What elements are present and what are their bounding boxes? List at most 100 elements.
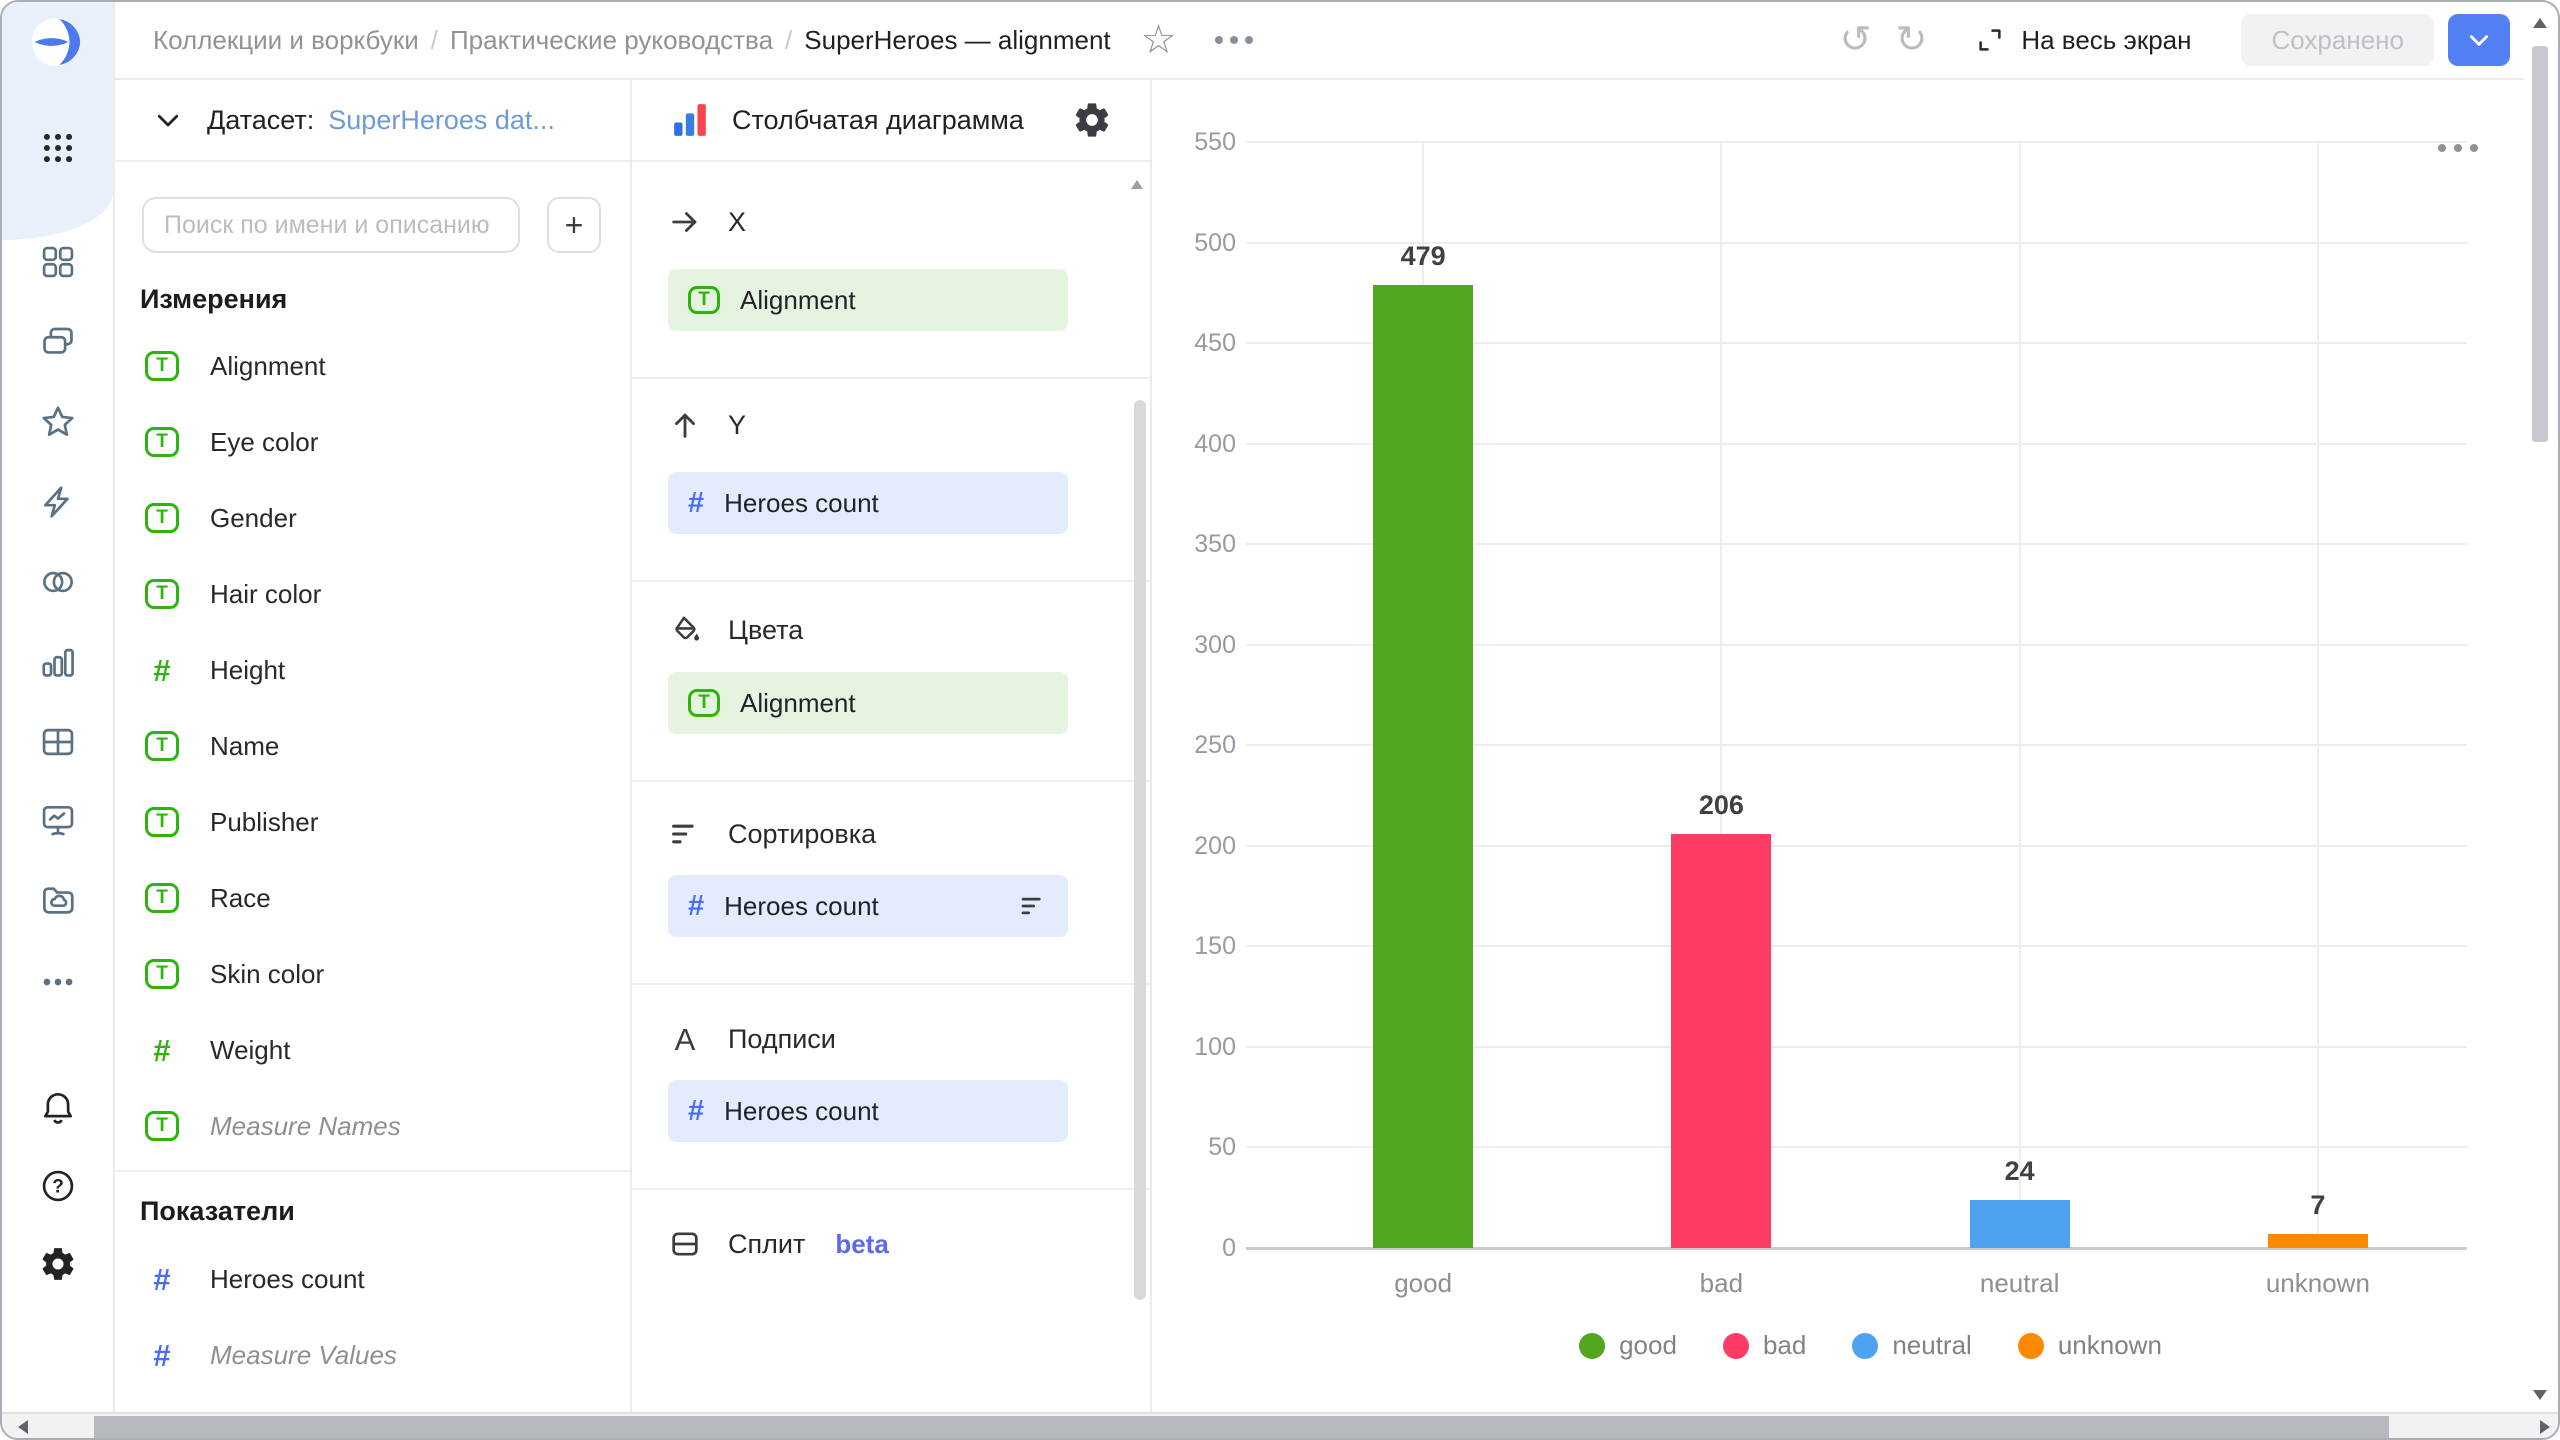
legend-label: bad — [1763, 1330, 1806, 1361]
storage-folder-cloud-icon[interactable] — [39, 881, 77, 919]
y-axis-tick-label: 100 — [1152, 1031, 1236, 1063]
field-row-alignment[interactable]: TAlignment — [142, 344, 401, 388]
bar-value-label: 24 — [1940, 1154, 2100, 1188]
save-dropdown-button[interactable] — [2448, 14, 2510, 66]
config-scrollbar-thumb[interactable] — [1134, 400, 1146, 1300]
field-row-measure-values[interactable]: #Measure Values — [142, 1333, 397, 1377]
datalens-logo-icon[interactable] — [29, 15, 83, 69]
y-axis-tick-label: 550 — [1152, 126, 1236, 158]
scroll-right-arrow[interactable] — [2540, 1420, 2550, 1434]
breadcrumb-guides[interactable]: Практические руководства — [450, 25, 773, 56]
y-field-chip[interactable]: # Heroes count — [668, 472, 1068, 534]
bar-bad[interactable] — [1671, 834, 1771, 1248]
dashboards-monitor-icon[interactable] — [39, 801, 77, 839]
scroll-up-arrow[interactable] — [2533, 18, 2547, 28]
vertical-scrollbar-thumb[interactable] — [2532, 46, 2548, 442]
connections-circles-icon[interactable] — [39, 563, 77, 601]
column-chart-type-icon[interactable] — [670, 100, 710, 140]
field-row-race[interactable]: TRace — [142, 876, 401, 920]
legend-marker-icon — [2018, 1333, 2044, 1359]
chart-legend: good bad neutral unknown — [1274, 1330, 2467, 1361]
help-question-icon[interactable]: ? — [39, 1167, 77, 1205]
dimensions-list: TAlignment TEye color TGender THair colo… — [142, 344, 401, 1148]
section-labels: А Подписи — [668, 1017, 836, 1061]
scroll-left-arrow[interactable] — [18, 1420, 28, 1434]
measures-list: #Heroes count #Measure Values — [142, 1257, 397, 1377]
type-string-icon: T — [688, 286, 720, 314]
chart-canvas: 050100150200250300350400450500550479good… — [1152, 80, 2528, 1416]
bar-unknown[interactable] — [2268, 1234, 2368, 1248]
section-split: Сплит beta — [668, 1222, 889, 1266]
notifications-bell-icon[interactable] — [39, 1087, 77, 1125]
field-row-height[interactable]: #Height — [142, 648, 401, 692]
x-axis-category-label: bad — [1621, 1266, 1821, 1300]
services-grid-icon[interactable] — [39, 243, 77, 281]
fullscreen-button[interactable]: На весь экран — [1975, 25, 2191, 56]
collections-icon[interactable] — [39, 323, 77, 361]
more-items-ellipsis-icon[interactable] — [39, 963, 77, 1001]
field-search-input[interactable] — [142, 197, 520, 253]
type-number-icon: # — [142, 1264, 182, 1295]
fullscreen-icon — [1975, 25, 2005, 55]
field-row-gender[interactable]: TGender — [142, 496, 401, 540]
type-string-icon: T — [142, 503, 182, 533]
sort-field-chip[interactable]: # Heroes count — [668, 875, 1068, 937]
redo-icon[interactable]: ↻ — [1896, 21, 1928, 59]
scroll-down-arrow[interactable] — [2533, 1390, 2547, 1400]
favorites-star-icon[interactable] — [39, 403, 77, 441]
type-string-icon: T — [142, 1111, 182, 1141]
undo-icon[interactable]: ↺ — [1840, 21, 1872, 59]
letter-a-icon: А — [668, 1022, 702, 1056]
saved-button[interactable]: Сохранено — [2241, 14, 2434, 66]
y-axis-tick-label: 400 — [1152, 428, 1236, 460]
y-axis-tick-label: 150 — [1152, 930, 1236, 962]
horizontal-scrollbar[interactable] — [2, 1412, 2560, 1438]
section-divider — [632, 377, 1150, 379]
settings-gear-icon[interactable] — [39, 1245, 77, 1283]
x-axis-category-label: neutral — [1920, 1266, 2120, 1300]
field-row-publisher[interactable]: TPublisher — [142, 800, 401, 844]
field-row-weight[interactable]: #Weight — [142, 1028, 401, 1072]
add-field-button[interactable]: + — [547, 197, 601, 253]
horizontal-scrollbar-thumb[interactable] — [94, 1416, 2389, 1438]
more-actions-button[interactable] — [1215, 36, 1253, 44]
charts-bars-icon[interactable] — [39, 643, 77, 681]
field-row-measure-names[interactable]: TMeasure Names — [142, 1104, 401, 1148]
colors-field-chip[interactable]: T Alignment — [668, 672, 1068, 734]
dataset-collapse-chevron-icon[interactable] — [153, 105, 183, 135]
bar-neutral[interactable] — [1970, 1200, 2070, 1248]
favorite-star-icon[interactable]: ☆ — [1141, 20, 1177, 60]
labels-field-chip[interactable]: # Heroes count — [668, 1080, 1068, 1142]
functions-lightning-icon[interactable] — [39, 483, 77, 521]
apps-grid-icon[interactable] — [39, 129, 77, 167]
svg-text:?: ? — [52, 1177, 64, 1198]
x-field-chip[interactable]: T Alignment — [668, 269, 1068, 331]
config-scrollbar-up-arrow[interactable] — [1131, 180, 1143, 189]
bar-value-label: 7 — [2238, 1188, 2398, 1222]
vertical-scrollbar[interactable] — [2528, 2, 2552, 1416]
bar-good[interactable] — [1373, 285, 1473, 1248]
field-row-name[interactable]: TName — [142, 724, 401, 768]
field-row-hair-color[interactable]: THair color — [142, 572, 401, 616]
type-string-icon: T — [142, 731, 182, 761]
measures-section-title: Показатели — [140, 1196, 295, 1227]
breadcrumb-collections[interactable]: Коллекции и воркбуки — [153, 25, 419, 56]
field-row-skin-color[interactable]: TSkin color — [142, 952, 401, 996]
chart-settings-gear-icon[interactable] — [1072, 100, 1112, 140]
breadcrumb-separator: / — [431, 25, 438, 56]
breadcrumb-separator: / — [785, 25, 792, 56]
field-row-heroes-count[interactable]: #Heroes count — [142, 1257, 397, 1301]
chevron-down-icon — [2466, 27, 2492, 53]
field-row-eye-color[interactable]: TEye color — [142, 420, 401, 464]
legend-item-neutral[interactable]: neutral — [1852, 1330, 1972, 1361]
x-axis-category-label: unknown — [2218, 1266, 2418, 1300]
section-divider — [632, 983, 1150, 985]
dataset-name-link[interactable]: SuperHeroes dat... — [328, 105, 555, 136]
arrow-up-icon — [668, 408, 702, 442]
tables-icon[interactable] — [39, 723, 77, 761]
sort-direction-icon[interactable] — [1018, 891, 1048, 921]
legend-item-bad[interactable]: bad — [1723, 1330, 1806, 1361]
legend-item-unknown[interactable]: unknown — [2018, 1330, 2162, 1361]
legend-item-good[interactable]: good — [1579, 1330, 1677, 1361]
y-axis-tick-label: 300 — [1152, 629, 1236, 661]
